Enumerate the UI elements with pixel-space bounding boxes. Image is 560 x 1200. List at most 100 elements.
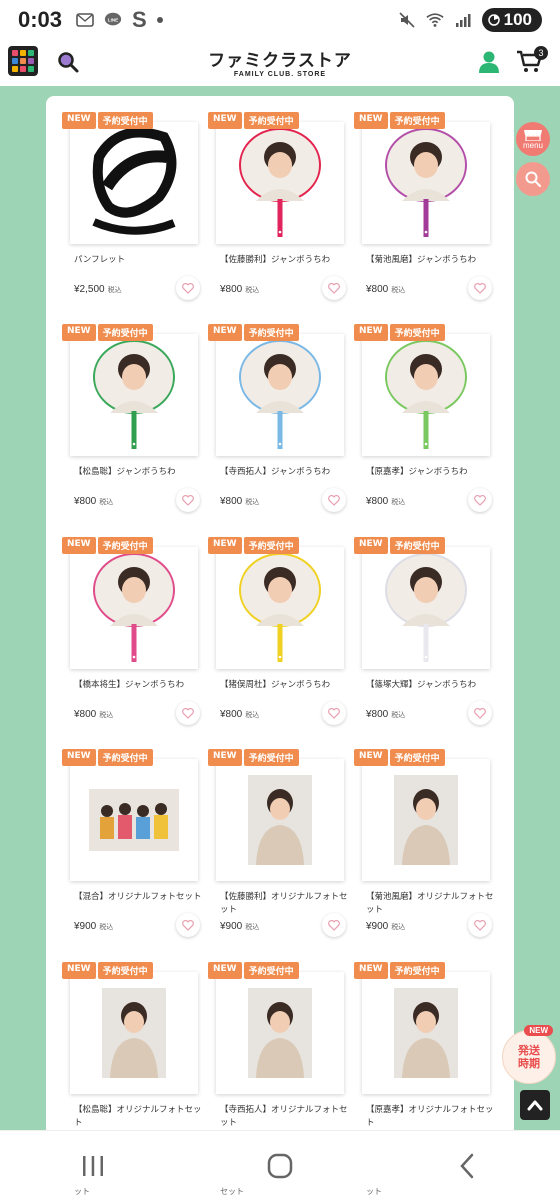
product-card[interactable]: NEW 予約受付中 【寺西拓人】オリジナルフォトセット [206,962,348,1136]
product-name[interactable]: 【原嘉孝】オリジナルフォトセット [366,1104,494,1130]
product-card[interactable]: NEW 予約受付中 【佐藤勝利】オリジナルフォトセット ¥900 税込 [206,749,348,947]
menu-button[interactable]: menu [516,122,550,156]
product-image[interactable] [362,547,490,669]
new-badge: NEW [62,112,96,129]
user-icon[interactable] [478,50,500,74]
product-card[interactable]: NEW 予約受付中【原嘉孝】オリジナルフォトセット [352,962,494,1136]
product-image[interactable] [216,972,344,1094]
new-badge: NEW [62,962,96,979]
product-card[interactable]: NEW 予約受付中 パンフレット ¥2,500 税込 [60,112,200,310]
product-badges: NEW 予約受付中 [62,112,153,129]
product-price: ¥800 税込 [74,709,113,720]
favorite-button[interactable] [176,701,200,725]
favorite-button[interactable] [468,488,492,512]
tax-label: 税込 [107,287,122,294]
favorite-button[interactable] [176,913,200,937]
product-image[interactable] [216,122,344,244]
floating-search-button[interactable] [516,162,550,196]
tax-label: 税込 [391,712,406,719]
product-image[interactable] [70,759,198,881]
recent-apps-button[interactable] [73,1146,113,1186]
product-image[interactable] [216,334,344,456]
favorite-button[interactable] [322,701,346,725]
s-app-icon: S [132,7,147,32]
product-image[interactable] [70,122,198,244]
favorite-button[interactable] [468,701,492,725]
product-card[interactable]: NEW 予約受付中 【菊池風磨】ジャンボうちわ ¥800 税込 [352,112,492,310]
product-card[interactable]: NEW 予約受付中 【菊池風磨】オリジナルフォトセット ¥900 税込 [352,749,494,947]
heart-icon [182,707,194,719]
grid-tile [20,50,26,56]
price-value: ¥800 [366,496,389,507]
product-image[interactable] [70,334,198,456]
product-name[interactable]: 【松島聡】ジャンボうちわ [74,466,202,479]
apps-grid-button[interactable] [8,46,38,76]
product-name[interactable]: 【原嘉孝】ジャンボうちわ [366,466,494,479]
product-card[interactable]: NEW 予約受付中 【佐藤勝利】ジャンボうちわ ¥800 税込 [206,112,346,310]
cart-icon[interactable]: 3 [516,46,548,74]
favorite-button[interactable] [322,276,346,300]
product-image[interactable] [362,972,490,1094]
ship-new-badge: NEW [524,1025,553,1036]
new-badge: NEW [354,749,388,766]
product-image[interactable] [70,972,198,1094]
product-name[interactable]: 【猪俣周杜】ジャンボうちわ [220,679,348,692]
new-badge: NEW [208,749,242,766]
product-name[interactable]: 【菊池風磨】ジャンボうちわ [366,254,494,267]
portrait-photo-image [248,775,312,865]
portrait-photo-image [394,775,458,865]
favorite-button[interactable] [176,488,200,512]
heart-icon [182,282,194,294]
product-name[interactable]: パンフレット [74,254,202,267]
grid-tile [28,50,34,56]
product-name[interactable]: 【寺西拓人】ジャンボうちわ [220,466,348,479]
product-card[interactable]: NEW 予約受付中 【原嘉孝】ジャンボうちわ ¥800 税込 [352,324,492,522]
scroll-to-top-button[interactable] [520,1090,550,1120]
portrait-photo-image [394,988,458,1078]
product-image[interactable] [362,122,490,244]
product-card[interactable]: NEW 予約受付中 【猪俣周杜】ジャンボうちわ ¥800 税込 [206,537,346,735]
price-value: ¥800 [74,709,97,720]
product-name[interactable]: 【寺西拓人】オリジナルフォトセット [220,1104,348,1130]
favorite-button[interactable] [322,488,346,512]
back-button[interactable] [447,1146,487,1186]
heart-icon [328,282,340,294]
portrait-photo-image [248,988,312,1078]
new-badge: NEW [354,962,388,979]
product-name[interactable]: 【佐藤勝利】ジャンボうちわ [220,254,348,267]
uchiwa-fan-image [385,128,467,237]
product-name[interactable]: 【篠塚大輝】ジャンボうちわ [366,679,494,692]
favorite-button[interactable] [176,276,200,300]
product-card[interactable]: NEW 予約受付中 【寺西拓人】ジャンボうちわ ¥800 税込 [206,324,346,522]
favorite-button[interactable] [322,913,346,937]
price-value: ¥800 [366,709,389,720]
product-name[interactable]: 【混合】オリジナルフォトセット [74,891,202,904]
product-image[interactable] [70,547,198,669]
preorder-badge: 予約受付中 [97,537,153,554]
product-image[interactable] [216,547,344,669]
price-value: ¥800 [74,496,97,507]
favorite-button[interactable] [468,913,492,937]
product-name[interactable]: 【松島聡】オリジナルフォトセット [74,1104,202,1130]
product-image[interactable] [362,334,490,456]
product-image[interactable] [362,759,490,881]
grid-tile [28,58,34,64]
product-name[interactable]: 【橋本将生】ジャンボうちわ [74,679,202,692]
search-icon[interactable] [56,50,80,74]
preorder-badge: 予約受付中 [389,962,445,979]
product-list-panel: NEW 予約受付中 パンフレット ¥2,500 税込 NEW 予約受付中 【佐藤勝利】ジャンボ… [46,96,514,1136]
product-badges: NEW 予約受付中 [354,537,445,554]
favorite-button[interactable] [468,276,492,300]
shipping-schedule-button[interactable]: NEW 発送 時期 [502,1025,556,1084]
product-card[interactable]: NEW 予約受付中 【橋本将生】ジャンボうちわ ¥800 税込 [60,537,200,735]
home-button[interactable] [260,1146,300,1186]
product-card[interactable]: NEW 予約受付中 【松島聡】ジャンボうちわ ¥800 税込 [60,324,200,522]
product-image[interactable] [216,759,344,881]
uchiwa-fan-image [385,553,467,662]
product-badges: NEW 予約受付中 [208,324,299,341]
store-logo[interactable]: ファミクラストア FAMILY CLUB. STORE [200,46,360,78]
product-card[interactable]: NEW 予約受付中 【松島聡】オリジナルフォトセット [60,962,202,1136]
product-card[interactable]: NEW 予約受付中【篠塚大輝】ジャンボうちわ ¥800 税込 [352,537,492,735]
product-card[interactable]: NEW 予約受付中 【混合】オリジナルフォトセット ¥900 税込 [60,749,202,947]
line-icon: LINE [104,11,122,29]
